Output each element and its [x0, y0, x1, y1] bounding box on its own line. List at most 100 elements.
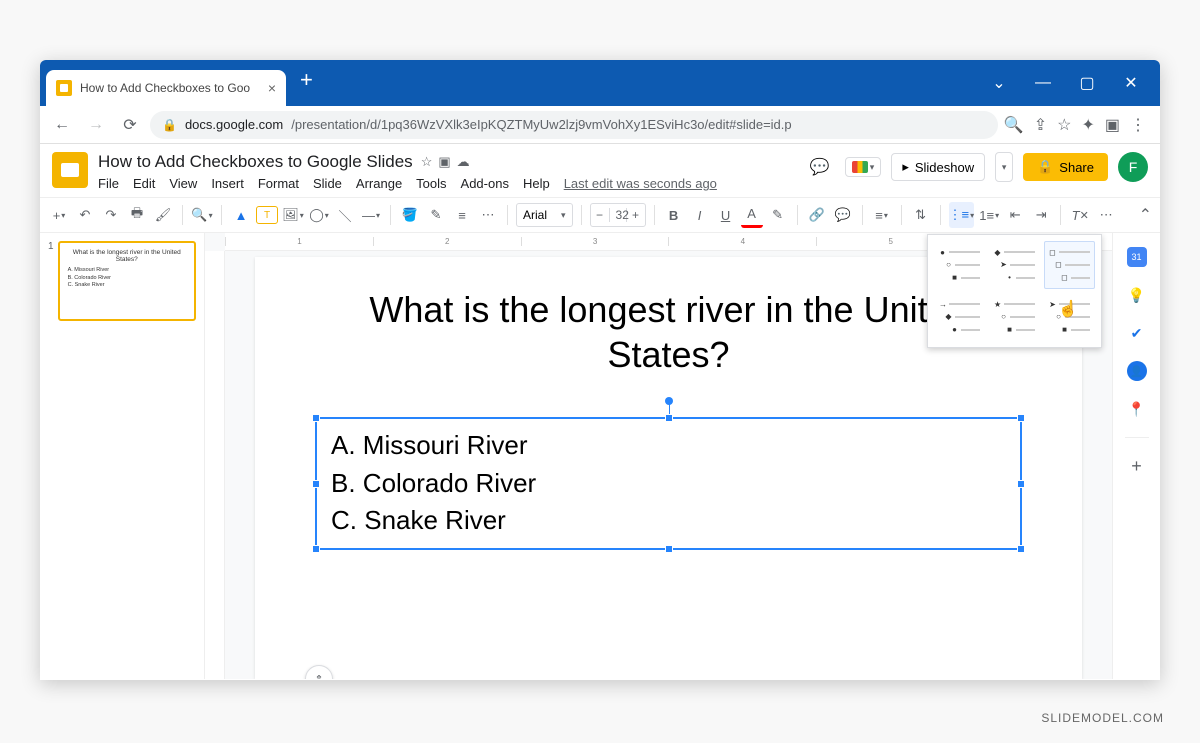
comments-icon[interactable]: 💬 — [805, 152, 835, 182]
calendar-icon[interactable]: 31 — [1127, 247, 1147, 267]
last-edit-link[interactable]: Last edit was seconds ago — [564, 176, 717, 191]
increase-font[interactable]: + — [627, 208, 645, 222]
bullet-option-star[interactable]: ★ ○ ■ — [989, 293, 1040, 341]
menu-file[interactable]: File — [98, 176, 119, 191]
fill-color[interactable]: 🪣 — [399, 202, 421, 228]
new-tab-button[interactable]: + — [286, 67, 327, 93]
url-input[interactable]: 🔒 docs.google.com/presentation/d/1pq36Wz… — [150, 111, 998, 139]
font-size-stepper[interactable]: − 32 + — [590, 203, 646, 227]
zoom-icon[interactable]: 🔍 — [1004, 115, 1024, 135]
back-button[interactable]: ← — [48, 111, 76, 139]
share-url-icon[interactable]: ⇪ — [1034, 115, 1047, 135]
image-tool[interactable]: 🖼 — [282, 202, 304, 228]
more-tools-button[interactable]: ⋯ — [1095, 202, 1117, 228]
font-size-value[interactable]: 32 — [609, 208, 627, 222]
extensions-icon[interactable]: ✦ — [1081, 115, 1094, 135]
menu-slide[interactable]: Slide — [313, 176, 342, 191]
clear-formatting-button[interactable]: T✕ — [1069, 202, 1091, 228]
new-slide-button[interactable]: + — [48, 202, 70, 228]
move-icon[interactable]: ▣ — [438, 154, 450, 170]
font-family-select[interactable]: Arial — [516, 203, 573, 227]
text-color-button[interactable]: A — [741, 202, 763, 228]
list-item[interactable]: B. Colorado River — [331, 465, 1006, 503]
bullet-option-triangle[interactable]: ➤ ○ ■ — [1044, 293, 1095, 341]
resize-handle[interactable] — [1017, 545, 1025, 553]
slide-title-text[interactable]: What is the longest river in the United … — [315, 287, 1022, 377]
slideshow-dropdown[interactable]: ▾ — [995, 152, 1013, 182]
resize-handle[interactable] — [665, 545, 673, 553]
resize-handle[interactable] — [312, 414, 320, 422]
close-window-button[interactable]: ✕ — [1114, 68, 1148, 98]
share-button[interactable]: 🔒 Share — [1023, 153, 1108, 181]
link-button[interactable]: 🔗 — [806, 202, 828, 228]
bullet-option-checkbox[interactable]: ◻ ◻ ◻ — [1044, 241, 1095, 289]
paint-format-button[interactable]: 🖌 — [152, 202, 174, 228]
bookmark-icon[interactable]: ☆ — [1057, 115, 1071, 135]
star-icon[interactable]: ☆ — [421, 154, 433, 170]
cloud-icon[interactable]: ☁ — [457, 154, 470, 170]
bulleted-list-button[interactable]: ⋮≡ — [949, 202, 975, 228]
bullet-option-diamond[interactable]: ◆ ➤ • — [989, 241, 1040, 289]
browser-tab[interactable]: How to Add Checkboxes to Goo × — [46, 70, 286, 106]
highlight-button[interactable]: ✎ — [767, 202, 789, 228]
slides-logo[interactable] — [52, 152, 88, 188]
border-dash[interactable]: ⋯ — [477, 202, 499, 228]
decrease-font[interactable]: − — [591, 208, 609, 222]
meet-button[interactable]: ▾ — [845, 157, 882, 177]
numbered-list-button[interactable]: 1≡ — [978, 202, 1000, 228]
resize-handle[interactable] — [312, 545, 320, 553]
menu-icon[interactable]: ⋮ — [1130, 115, 1146, 135]
resize-handle[interactable] — [1017, 480, 1025, 488]
account-avatar[interactable]: F — [1118, 152, 1148, 182]
canvas-area[interactable]: 123456 What is the longest river in the … — [205, 233, 1112, 679]
tasks-icon[interactable]: ✔ — [1127, 323, 1147, 343]
resize-handle[interactable] — [312, 480, 320, 488]
bold-button[interactable]: B — [663, 202, 685, 228]
reload-button[interactable]: ⟳ — [116, 111, 144, 139]
select-tool[interactable]: ▲ — [230, 202, 252, 228]
indent-increase-button[interactable]: ⇥ — [1030, 202, 1052, 228]
redo-button[interactable]: ↷ — [100, 202, 122, 228]
undo-button[interactable]: ↶ — [74, 202, 96, 228]
menu-insert[interactable]: Insert — [211, 176, 244, 191]
line-spacing-button[interactable]: ⇅ — [910, 202, 932, 228]
menu-view[interactable]: View — [169, 176, 197, 191]
autofit-button[interactable]: ⇕ — [305, 665, 333, 679]
collapse-toolbar-button[interactable]: ⌃ — [1139, 205, 1152, 225]
menu-edit[interactable]: Edit — [133, 176, 155, 191]
list-item[interactable]: A. Missouri River — [331, 427, 1006, 465]
document-title[interactable]: How to Add Checkboxes to Google Slides — [98, 152, 413, 172]
selected-textbox[interactable]: A. Missouri River B. Colorado River C. S… — [315, 417, 1022, 550]
maximize-button[interactable]: ▢ — [1070, 68, 1104, 98]
zoom-button[interactable]: 🔍 — [191, 202, 213, 228]
add-addon-icon[interactable]: + — [1127, 456, 1147, 476]
indent-decrease-button[interactable]: ⇤ — [1004, 202, 1026, 228]
menu-arrange[interactable]: Arrange — [356, 176, 402, 191]
menu-format[interactable]: Format — [258, 176, 299, 191]
shape-tool[interactable]: ◯ — [308, 202, 330, 228]
comment-button[interactable]: 💬 — [832, 202, 854, 228]
menu-addons[interactable]: Add-ons — [461, 176, 509, 191]
forward-button[interactable]: → — [82, 111, 110, 139]
textbox-tool[interactable]: T — [256, 206, 278, 224]
border-weight[interactable]: ≡ — [451, 202, 473, 228]
keep-icon[interactable]: 💡 — [1127, 285, 1147, 305]
border-color[interactable]: ✎ — [425, 202, 447, 228]
italic-button[interactable]: I — [689, 202, 711, 228]
line-weight[interactable]: — — [360, 202, 382, 228]
sidepanel-icon[interactable]: ▣ — [1105, 115, 1120, 135]
slide-thumbnail[interactable]: What is the longest river in the United … — [58, 241, 196, 321]
align-button[interactable]: ≡ — [871, 202, 893, 228]
minimize-button[interactable]: — — [1026, 68, 1060, 98]
resize-handle[interactable] — [665, 414, 673, 422]
bullet-option-arrow[interactable]: → ◆ ● — [934, 293, 985, 341]
maps-icon[interactable]: 📍 — [1127, 399, 1147, 419]
rotate-handle[interactable] — [665, 397, 673, 405]
bullet-option-disc[interactable]: ● ○ ■ — [934, 241, 985, 289]
underline-button[interactable]: U — [715, 202, 737, 228]
menu-tools[interactable]: Tools — [416, 176, 446, 191]
contacts-icon[interactable]: 👤 — [1127, 361, 1147, 381]
close-tab-icon[interactable]: × — [268, 80, 276, 96]
chevron-down-icon[interactable]: ⌄ — [982, 68, 1016, 98]
print-button[interactable]: 🖶 — [126, 202, 148, 228]
